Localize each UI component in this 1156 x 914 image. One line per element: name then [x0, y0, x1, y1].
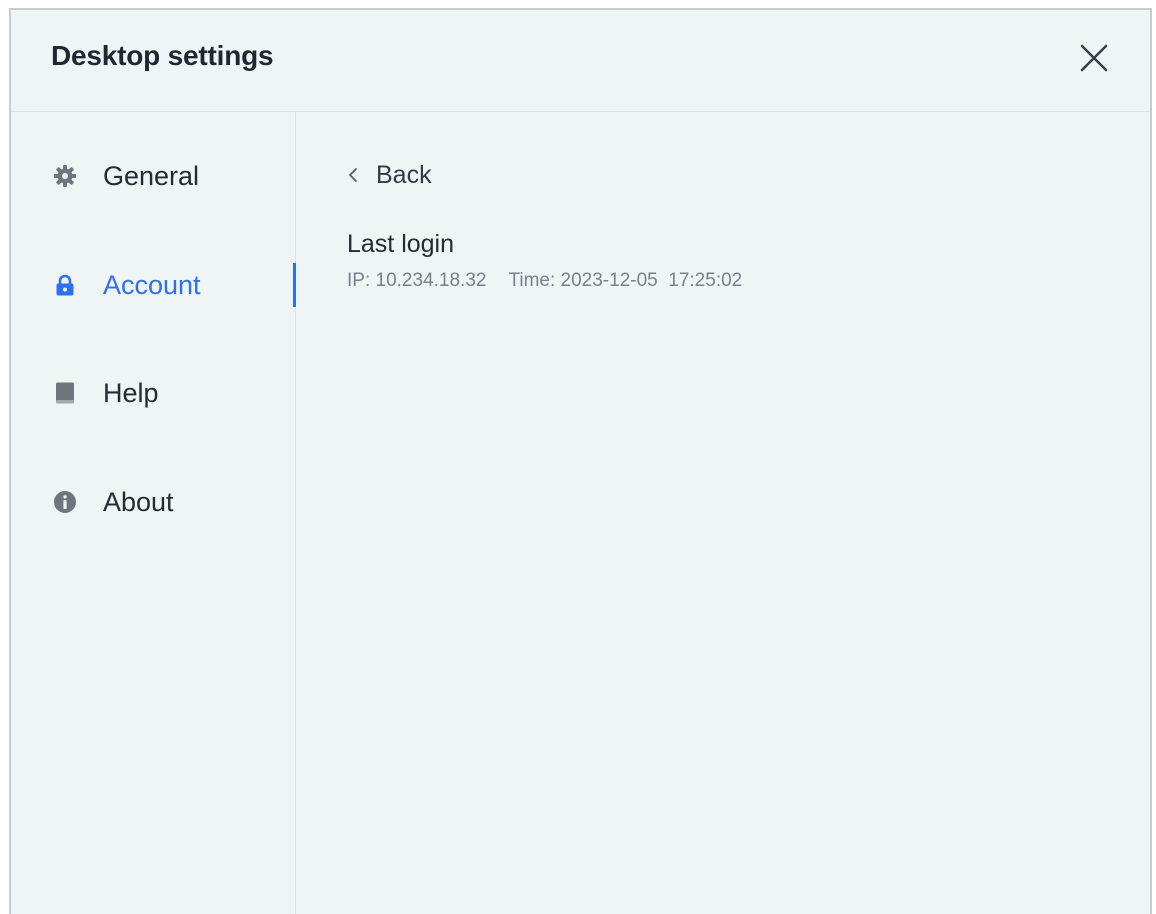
- sidebar-item-label: About: [103, 487, 174, 517]
- settings-window: Desktop settings General Account Help Ab…: [9, 8, 1152, 914]
- close-button[interactable]: [1076, 40, 1112, 76]
- window-header: Desktop settings: [11, 10, 1150, 112]
- sidebar-item-account[interactable]: Account: [11, 263, 296, 307]
- lock-icon: [56, 274, 74, 296]
- sidebar-item-general[interactable]: General: [11, 154, 295, 198]
- back-label: Back: [376, 161, 432, 189]
- sidebar-item-label: Account: [103, 270, 201, 300]
- book-icon: [56, 382, 74, 404]
- sidebar-item-label: Help: [103, 378, 159, 408]
- account-panel: Back Last login IP: 10.234.18.32 Time: 20…: [296, 112, 1150, 914]
- sidebar-item-about[interactable]: About: [11, 480, 295, 524]
- info-icon: [54, 491, 76, 513]
- chevron-left-icon: [349, 168, 357, 182]
- last-login-title: Last login: [347, 230, 455, 258]
- last-login-ip: IP: 10.234.18.32: [347, 270, 487, 291]
- close-icon: [1080, 44, 1108, 72]
- window-title: Desktop settings: [51, 40, 274, 71]
- last-login-time: Time: 2023-12-05 17:25:02: [508, 270, 743, 291]
- gear-icon: [54, 165, 76, 187]
- last-login-details: IP: 10.234.18.32 Time: 2023-12-05 17:25:0…: [347, 270, 742, 292]
- sidebar-item-help[interactable]: Help: [11, 371, 295, 415]
- sidebar-item-label: General: [103, 161, 200, 191]
- settings-sidebar: General Account Help About: [11, 112, 296, 914]
